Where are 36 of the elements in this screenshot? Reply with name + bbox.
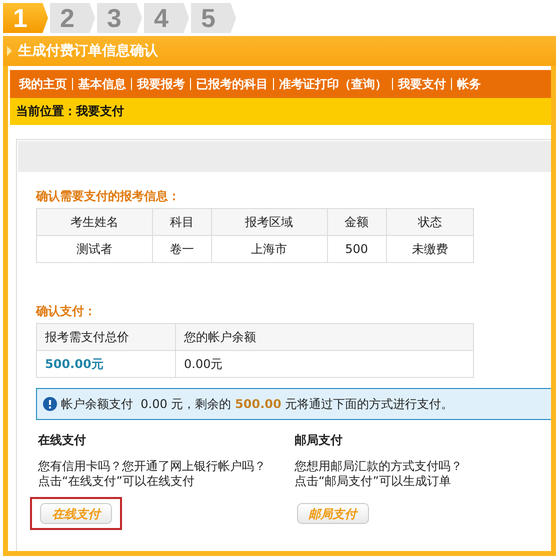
table-cell: 未缴费 xyxy=(386,236,474,262)
nav-link[interactable]: 帐务 xyxy=(452,76,486,92)
triangle-icon xyxy=(7,46,12,56)
total-cell: 500.00元 xyxy=(36,350,176,378)
column-header: 科目 xyxy=(152,208,212,236)
nav-link[interactable]: 已报考的科目 xyxy=(191,76,273,92)
nav-link[interactable]: 我要报考 xyxy=(132,76,190,92)
column-header: 报考需支付总价 xyxy=(36,324,176,350)
method-description: 您有信用卡吗？您开通了网上银行帐户吗？ xyxy=(38,459,267,474)
nav-link[interactable]: 基本信息 xyxy=(73,76,131,92)
column-header: 报考区域 xyxy=(211,208,328,236)
table-cell: 500 xyxy=(327,236,386,262)
method-title: 在线支付 xyxy=(38,432,87,449)
table-cell: 卷一 xyxy=(152,236,212,262)
nav-link[interactable]: 准考证打印（查询） xyxy=(274,76,392,92)
section-title: 确认需要支付的报考信息： xyxy=(36,188,181,205)
column-header: 状态 xyxy=(386,208,474,236)
breadcrumb: 当前位置：我要支付 xyxy=(16,103,124,120)
method-description: 点击“在线支付”可以在线支付 xyxy=(38,474,196,489)
info-icon xyxy=(43,397,57,411)
table-cell: 上海市 xyxy=(211,236,328,262)
nav-link[interactable]: 我要支付 xyxy=(393,76,451,92)
balance-cell: 0.00元 xyxy=(176,350,474,378)
column-header: 考生姓名 xyxy=(36,208,152,236)
method-description: 您想用邮局汇款的方式支付吗？ xyxy=(294,459,464,474)
notice-text: 帐户余额支付 0.00 元，剩余的 500.00 元将通过下面的方式进行支付。 xyxy=(61,396,454,412)
table-cell: 测试者 xyxy=(36,236,152,262)
panel-title: 生成付费订单信息确认 xyxy=(18,42,158,60)
nav-link[interactable]: 我的主页 xyxy=(14,76,72,92)
section-title: 确认支付： xyxy=(36,303,97,320)
method-title: 邮局支付 xyxy=(294,432,344,449)
pay-button[interactable]: 在线支付 xyxy=(40,503,112,524)
method-description: 点击“邮局支付”可以生成订单 xyxy=(294,474,452,489)
pay-button[interactable]: 邮局支付 xyxy=(296,503,368,524)
column-header: 您的帐户余额 xyxy=(176,324,474,350)
column-header: 金额 xyxy=(327,208,386,236)
